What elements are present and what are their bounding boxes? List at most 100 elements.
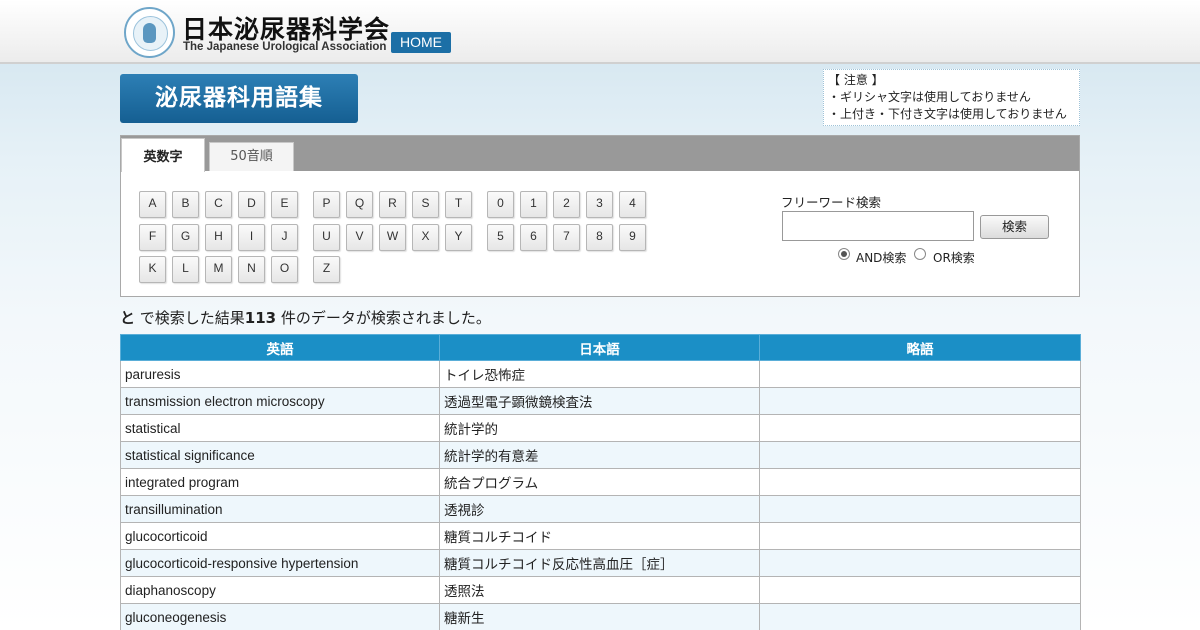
japanese-term: 統計学的有意差 bbox=[439, 441, 760, 469]
result-count: 113 bbox=[244, 309, 277, 327]
column-header-abbreviation: 略語 bbox=[759, 334, 1081, 361]
letter-key-c[interactable]: C bbox=[205, 191, 232, 218]
table-row: integrated program 統合プログラム bbox=[120, 468, 1081, 496]
japanese-term: 糖新生 bbox=[439, 603, 760, 630]
japanese-term: 透過型電子顕微鏡検査法 bbox=[439, 387, 760, 415]
or-search-label[interactable]: OR検索 bbox=[933, 249, 975, 266]
abbreviation bbox=[759, 414, 1081, 442]
abbreviation bbox=[759, 495, 1081, 523]
site-subtitle[interactable]: The Japanese Urological Association bbox=[183, 41, 386, 53]
letter-key-q[interactable]: Q bbox=[346, 191, 373, 218]
letter-key-r[interactable]: R bbox=[379, 191, 406, 218]
freeword-search-label: フリーワード検索 bbox=[781, 195, 882, 210]
japanese-term: 糖質コルチコイド bbox=[439, 522, 760, 550]
letter-key-z[interactable]: Z bbox=[313, 256, 340, 283]
site-header: 日本泌尿器科学会 The Japanese Urological Associa… bbox=[0, 0, 1200, 64]
tab-kana-order[interactable]: 50音順 bbox=[209, 142, 294, 171]
letter-key-b[interactable]: B bbox=[172, 191, 199, 218]
letter-key-d[interactable]: D bbox=[238, 191, 265, 218]
result-text-before: で検索した結果 bbox=[135, 309, 245, 327]
digit-key-0[interactable]: 0 bbox=[487, 191, 514, 218]
table-row: gluconeogenesis 糖新生 bbox=[120, 603, 1081, 630]
letter-key-f[interactable]: F bbox=[139, 224, 166, 251]
letter-key-n[interactable]: N bbox=[238, 256, 265, 283]
letter-key-k[interactable]: K bbox=[139, 256, 166, 283]
english-term: integrated program bbox=[120, 468, 440, 496]
abbreviation bbox=[759, 360, 1081, 388]
result-text-after: 件のデータが検索されました。 bbox=[276, 309, 491, 327]
letter-key-y[interactable]: Y bbox=[445, 224, 472, 251]
letter-key-l[interactable]: L bbox=[172, 256, 199, 283]
digit-key-3[interactable]: 3 bbox=[586, 191, 613, 218]
digit-key-6[interactable]: 6 bbox=[520, 224, 547, 251]
abbreviation bbox=[759, 522, 1081, 550]
association-logo-icon[interactable] bbox=[124, 7, 175, 58]
digit-key-4[interactable]: 4 bbox=[619, 191, 646, 218]
japanese-term: 透視診 bbox=[439, 495, 760, 523]
or-search-radio[interactable] bbox=[914, 248, 926, 260]
table-row: glucocorticoid-responsive hypertension 糖… bbox=[120, 549, 1081, 577]
japanese-term: 統合プログラム bbox=[439, 468, 760, 496]
tab-bar: 英数字 50音順 bbox=[121, 136, 1079, 172]
letter-key-a[interactable]: A bbox=[139, 191, 166, 218]
digit-key-9[interactable]: 9 bbox=[619, 224, 646, 251]
digit-key-8[interactable]: 8 bbox=[586, 224, 613, 251]
japanese-term: トイレ恐怖症 bbox=[439, 360, 760, 388]
digit-key-5[interactable]: 5 bbox=[487, 224, 514, 251]
digit-key-1[interactable]: 1 bbox=[520, 191, 547, 218]
table-row: transillumination 透視診 bbox=[120, 495, 1081, 523]
digit-key-2[interactable]: 2 bbox=[553, 191, 580, 218]
digit-key-7[interactable]: 7 bbox=[553, 224, 580, 251]
notice-line: ・ギリシャ文字は使用しておりません bbox=[828, 90, 1031, 104]
tab-alphanumeric[interactable]: 英数字 bbox=[121, 138, 205, 172]
table-row: glucocorticoid 糖質コルチコイド bbox=[120, 522, 1081, 550]
letter-key-u[interactable]: U bbox=[313, 224, 340, 251]
home-button[interactable]: HOME bbox=[391, 32, 451, 53]
terms-table: 英語 日本語 略語 paruresis トイレ恐怖症 transmission … bbox=[120, 334, 1081, 630]
column-header-japanese: 日本語 bbox=[439, 334, 760, 361]
table-row: diaphanoscopy 透照法 bbox=[120, 576, 1081, 604]
page-title: 泌尿器科用語集 bbox=[120, 74, 358, 123]
english-term: paruresis bbox=[120, 360, 440, 388]
letter-key-v[interactable]: V bbox=[346, 224, 373, 251]
letter-key-o[interactable]: O bbox=[271, 256, 298, 283]
letter-key-w[interactable]: W bbox=[379, 224, 406, 251]
table-row: statistical 統計学的 bbox=[120, 414, 1081, 442]
japanese-term: 統計学的 bbox=[439, 414, 760, 442]
letter-key-h[interactable]: H bbox=[205, 224, 232, 251]
and-search-label[interactable]: AND検索 bbox=[856, 249, 906, 266]
search-result-summary: と で検索した結果113 件のデータが検索されました。 bbox=[120, 307, 491, 328]
letter-key-t[interactable]: T bbox=[445, 191, 472, 218]
abbreviation bbox=[759, 549, 1081, 577]
letter-key-m[interactable]: M bbox=[205, 256, 232, 283]
english-term: transillumination bbox=[120, 495, 440, 523]
english-term: glucocorticoid bbox=[120, 522, 440, 550]
table-row: paruresis トイレ恐怖症 bbox=[120, 360, 1081, 388]
english-term: diaphanoscopy bbox=[120, 576, 440, 604]
freeword-search-input[interactable] bbox=[782, 211, 974, 241]
notice-box: 【 注意 】 ・ギリシャ文字は使用しておりません ・上付き・下付き文字は使用して… bbox=[823, 69, 1080, 126]
and-search-radio[interactable] bbox=[838, 248, 850, 260]
letter-key-g[interactable]: G bbox=[172, 224, 199, 251]
notice-line: ・上付き・下付き文字は使用しておりません bbox=[828, 107, 1067, 121]
abbreviation bbox=[759, 468, 1081, 496]
english-term: statistical significance bbox=[120, 441, 440, 469]
abbreviation bbox=[759, 603, 1081, 630]
japanese-term: 透照法 bbox=[439, 576, 760, 604]
abbreviation bbox=[759, 576, 1081, 604]
letter-key-j[interactable]: J bbox=[271, 224, 298, 251]
letter-key-p[interactable]: P bbox=[313, 191, 340, 218]
english-term: transmission electron microscopy bbox=[120, 387, 440, 415]
abbreviation bbox=[759, 441, 1081, 469]
letter-key-i[interactable]: I bbox=[238, 224, 265, 251]
table-header-row: 英語 日本語 略語 bbox=[120, 334, 1081, 361]
english-term: statistical bbox=[120, 414, 440, 442]
search-button[interactable]: 検索 bbox=[980, 215, 1049, 239]
japanese-term: 糖質コルチコイド反応性高血圧［症］ bbox=[439, 549, 760, 577]
letter-key-x[interactable]: X bbox=[412, 224, 439, 251]
search-panel: 英数字 50音順 A B C D E P Q R S T F G H I J U… bbox=[120, 135, 1080, 297]
search-query: と bbox=[120, 309, 136, 327]
english-term: glucocorticoid-responsive hypertension bbox=[120, 549, 440, 577]
letter-key-s[interactable]: S bbox=[412, 191, 439, 218]
letter-key-e[interactable]: E bbox=[271, 191, 298, 218]
